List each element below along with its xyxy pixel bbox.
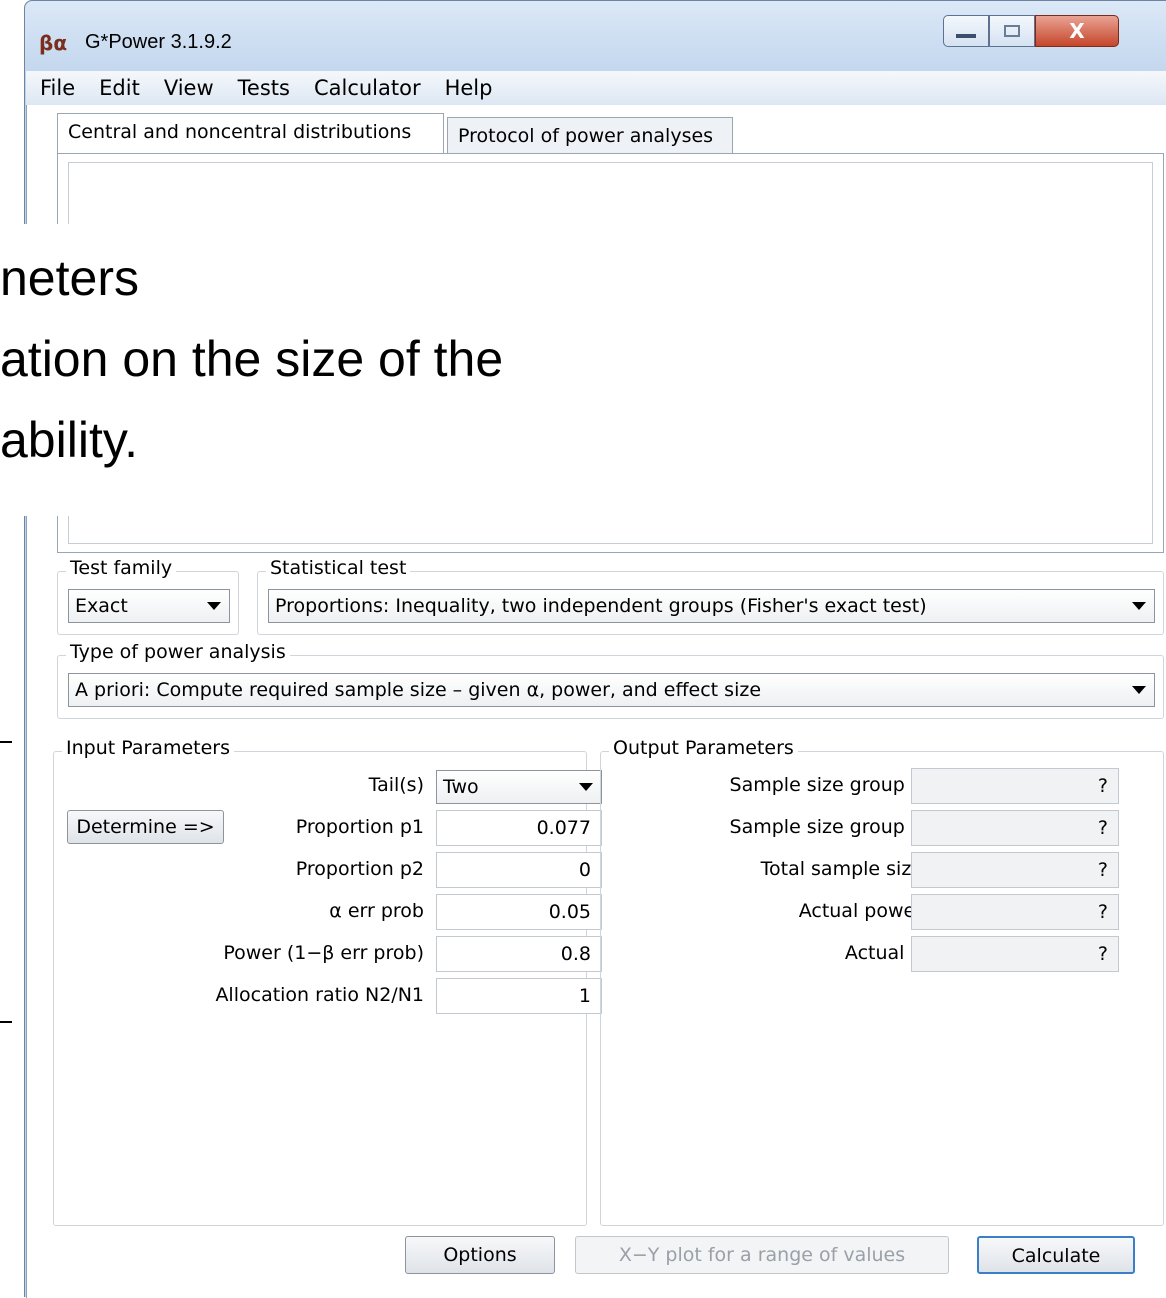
- allocation-ratio-label: Allocation ratio N2/N1: [215, 984, 424, 1006]
- tails-label: Tail(s): [368, 774, 424, 796]
- overlay-line-1: neters: [0, 250, 139, 306]
- alpha-label: α err prob: [329, 900, 424, 922]
- menu-calculator[interactable]: Calculator: [300, 76, 431, 100]
- power-analysis-group: Type of power analysis A priori: Compute…: [57, 641, 1164, 719]
- allocation-ratio-field[interactable]: 1: [436, 978, 602, 1014]
- proportion-p1-field[interactable]: 0.077: [436, 810, 602, 846]
- menu-view[interactable]: View: [150, 76, 224, 100]
- chevron-down-icon: [207, 602, 221, 610]
- title-bar: βα G*Power 3.1.9.2 X: [25, 1, 1166, 71]
- chevron-down-icon: [579, 783, 593, 791]
- sample-size-group1-label: Sample size group 1: [729, 774, 923, 796]
- tab-distributions[interactable]: Central and noncentral distributions: [57, 113, 444, 155]
- total-sample-size-label: Total sample size: [760, 858, 923, 880]
- menu-tests[interactable]: Tests: [224, 76, 300, 100]
- power-label: Power (1−β err prob): [223, 942, 424, 964]
- sample-size-group2-label: Sample size group 2: [729, 816, 923, 838]
- test-family-group: Test family Exact: [57, 557, 239, 635]
- close-button[interactable]: X: [1035, 15, 1119, 47]
- gpower-app-icon: βα: [39, 31, 68, 55]
- minimize-button[interactable]: [943, 15, 989, 47]
- menu-help[interactable]: Help: [431, 76, 503, 100]
- calculate-button[interactable]: Calculate: [977, 1236, 1135, 1274]
- actual-power-label: Actual power: [798, 900, 923, 922]
- statistical-test-group: Statistical test Proportions: Inequality…: [257, 557, 1164, 635]
- proportion-p2-field[interactable]: 0: [436, 852, 602, 888]
- menu-file[interactable]: File: [26, 76, 85, 100]
- input-parameters-group: Input Parameters Tail(s) Two Determine =…: [53, 737, 602, 1226]
- slide-edge-mark: [0, 741, 12, 743]
- gpower-window: βα G*Power 3.1.9.2 X File Edit View Test…: [24, 0, 1166, 1298]
- power-analysis-value: A priori: Compute required sample size –…: [75, 679, 762, 701]
- statistical-test-value: Proportions: Inequality, two independent…: [275, 595, 927, 617]
- overlay-line-2: ation on the size of the: [0, 331, 504, 387]
- chevron-down-icon: [1132, 602, 1146, 610]
- slide-edge-mark: [0, 1021, 12, 1023]
- alpha-field[interactable]: 0.05: [436, 894, 602, 930]
- test-family-select[interactable]: Exact: [68, 589, 230, 623]
- sample-size-group1-field: ?: [911, 768, 1119, 804]
- maximize-button[interactable]: [989, 15, 1035, 47]
- maximize-icon: [1004, 25, 1020, 37]
- power-analysis-select[interactable]: A priori: Compute required sample size –…: [68, 673, 1155, 707]
- tails-value: Two: [443, 776, 479, 798]
- options-button[interactable]: Options: [405, 1236, 555, 1274]
- menu-edit[interactable]: Edit: [85, 76, 150, 100]
- chevron-down-icon: [1132, 686, 1146, 694]
- output-parameters-group: Output Parameters Sample size group 1 ? …: [600, 737, 1164, 1226]
- test-family-value: Exact: [75, 595, 128, 617]
- determine-button[interactable]: Determine =>: [67, 810, 224, 844]
- sample-size-group2-field: ?: [911, 810, 1119, 846]
- slide-text-overlay: neters ation on the size of the ability.: [0, 224, 720, 516]
- tab-protocol[interactable]: Protocol of power analyses: [447, 117, 733, 153]
- power-analysis-legend: Type of power analysis: [66, 641, 290, 663]
- actual-power-field: ?: [911, 894, 1119, 930]
- proportion-p2-label: Proportion p2: [295, 858, 424, 880]
- minimize-icon: [956, 34, 976, 38]
- power-field[interactable]: 0.8: [436, 936, 602, 972]
- actual-alpha-field: ?: [911, 936, 1119, 972]
- proportion-p1-label: Proportion p1: [295, 816, 424, 838]
- menu-bar: File Edit View Tests Calculator Help: [26, 71, 1166, 105]
- output-parameters-legend: Output Parameters: [609, 737, 798, 759]
- overlay-line-3: ability.: [0, 412, 139, 468]
- tails-select[interactable]: Two: [436, 770, 602, 804]
- test-family-legend: Test family: [66, 557, 177, 579]
- statistical-test-select[interactable]: Proportions: Inequality, two independent…: [268, 589, 1155, 623]
- statistical-test-legend: Statistical test: [266, 557, 411, 579]
- window-title: G*Power 3.1.9.2: [85, 31, 232, 53]
- total-sample-size-field: ?: [911, 852, 1119, 888]
- xy-plot-button[interactable]: X−Y plot for a range of values: [575, 1236, 949, 1274]
- input-parameters-legend: Input Parameters: [62, 737, 234, 759]
